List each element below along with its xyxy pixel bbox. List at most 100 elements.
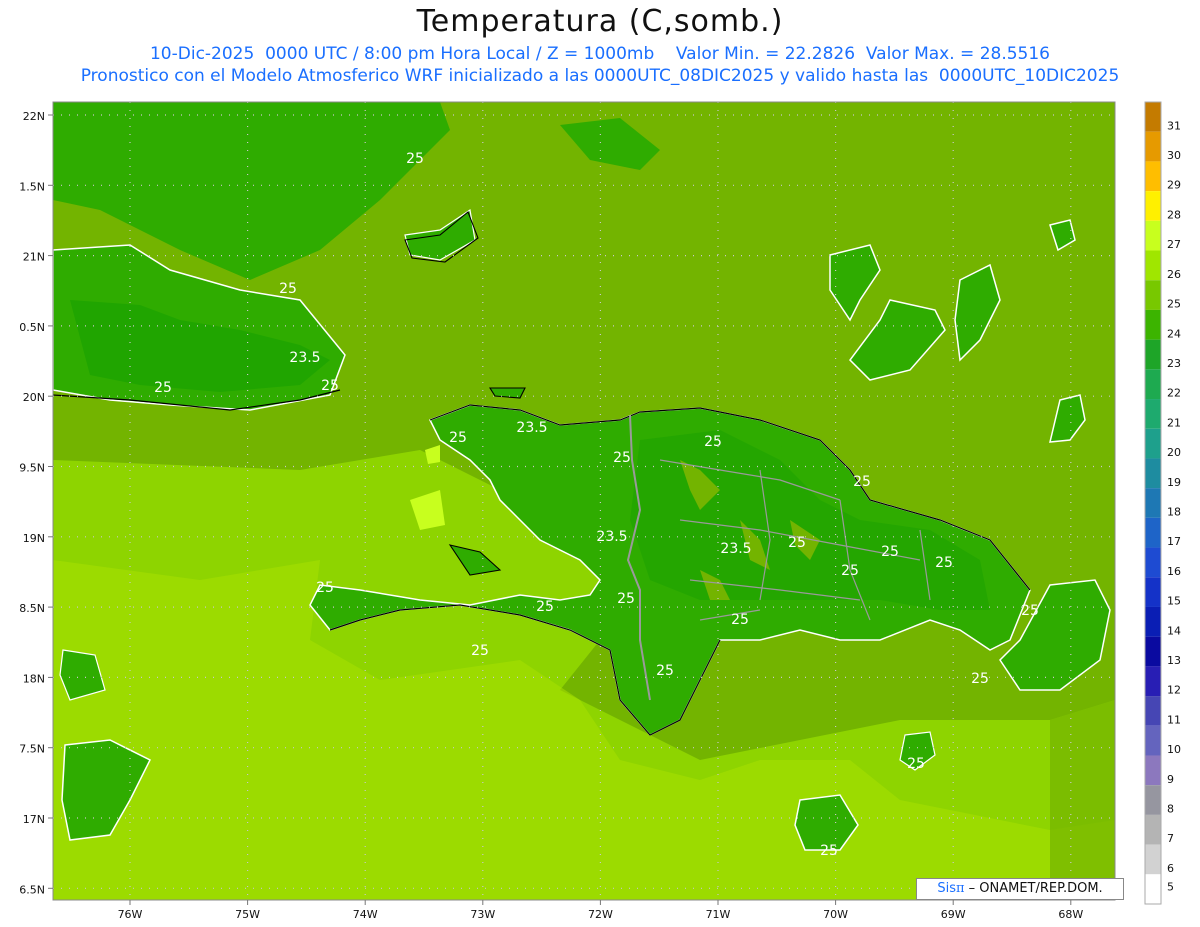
lon-label: 72W xyxy=(588,908,613,921)
contour-label: 25 xyxy=(613,450,631,466)
colorbar-label: 31 xyxy=(1167,119,1181,132)
colorbar-swatch xyxy=(1145,577,1161,607)
contour-label: 25 xyxy=(935,555,953,571)
colorbar-swatch xyxy=(1145,606,1161,637)
colorbar-swatch xyxy=(1145,814,1161,845)
colorbar-swatch xyxy=(1145,547,1161,578)
lat-label: 20N xyxy=(23,391,45,404)
contour-label: 23.5 xyxy=(720,541,751,557)
lat-label: 0.5N xyxy=(19,321,45,334)
colorbar: 31 30 29 28 27 26 25 24 23 22 21 20 19 18 17 16 15 14 13 12… xyxy=(1144,101,1181,905)
contour-label: 25 xyxy=(907,756,925,772)
colorbar-label: 21 xyxy=(1167,416,1181,429)
lat-label: 18N xyxy=(23,672,45,685)
colorbar-label: 10 xyxy=(1167,743,1181,756)
credit-badge: Sisπ – ONAMET/REP.DOM. xyxy=(916,878,1124,900)
map-plot-area xyxy=(53,102,1115,900)
colorbar-swatch xyxy=(1145,191,1161,221)
colorbar-swatch xyxy=(1145,488,1161,518)
colorbar-label: 11 xyxy=(1167,713,1181,726)
colorbar-label: 13 xyxy=(1167,654,1181,667)
lon-label: 76W xyxy=(118,908,143,921)
colorbar-label: 19 xyxy=(1167,476,1181,489)
colorbar-label: 6 xyxy=(1167,862,1174,875)
contour-label: 25 xyxy=(536,599,554,615)
contour-label: 25 xyxy=(820,843,838,859)
colorbar-label: 24 xyxy=(1167,327,1181,340)
lat-label: 17N xyxy=(23,813,45,826)
colorbar-swatch xyxy=(1145,428,1161,459)
colorbar-swatch xyxy=(1145,844,1161,875)
colorbar-swatch xyxy=(1145,250,1161,281)
temperature-map: 252523.525 2523.52525252523.523.5 25252525… xyxy=(19,101,1181,921)
colorbar-swatch xyxy=(1145,517,1161,548)
colorbar-label: 17 xyxy=(1167,535,1181,548)
contour-label: 25 xyxy=(617,591,635,607)
colorbar-label: 29 xyxy=(1167,179,1181,192)
lat-label: 1.5N xyxy=(19,180,45,193)
colorbar-swatch xyxy=(1145,220,1161,251)
colorbar-label: 12 xyxy=(1167,684,1181,697)
tortuga-island xyxy=(489,387,526,399)
lon-label: 75W xyxy=(235,908,260,921)
colorbar-swatch xyxy=(1145,636,1161,667)
contour-label: 25 xyxy=(154,380,172,396)
lon-label: 70W xyxy=(823,908,848,921)
colorbar-swatch xyxy=(1145,399,1161,429)
colorbar-label: 30 xyxy=(1167,149,1181,162)
contour-label: 25 xyxy=(449,430,467,446)
lon-label: 71W xyxy=(706,908,731,921)
colorbar-swatch xyxy=(1145,280,1161,310)
colorbar-label: 27 xyxy=(1167,238,1181,251)
colorbar-swatch xyxy=(1145,755,1161,786)
lat-label: 21N xyxy=(23,251,45,264)
contour-label: 25 xyxy=(1021,603,1039,619)
colorbar-swatch xyxy=(1145,725,1161,756)
lat-label: 9.5N xyxy=(19,462,45,475)
lon-label: 68W xyxy=(1058,908,1083,921)
lat-label: 19N xyxy=(23,532,45,545)
lat-label: 22N xyxy=(23,110,45,123)
lon-label: 73W xyxy=(470,908,495,921)
colorbar-label: 9 xyxy=(1167,773,1174,786)
contour-label: 25 xyxy=(881,544,899,560)
contour-label: 25 xyxy=(316,580,334,596)
colorbar-label: 28 xyxy=(1167,208,1181,221)
colorbar-label: 26 xyxy=(1167,268,1181,281)
colorbar-swatch xyxy=(1145,785,1161,815)
colorbar-label: 14 xyxy=(1167,624,1181,637)
contour-label: 23.5 xyxy=(516,420,547,436)
contour-label: 25 xyxy=(279,281,297,297)
colorbar-swatch xyxy=(1145,131,1161,162)
colorbar-swatch xyxy=(1145,161,1161,192)
contour-label: 25 xyxy=(321,378,339,394)
colorbar-label: 18 xyxy=(1167,505,1181,518)
contour-label: 23.5 xyxy=(289,350,320,366)
colorbar-label: 5 xyxy=(1167,881,1174,894)
lat-label: 7.5N xyxy=(19,743,45,756)
contour-label: 25 xyxy=(971,671,989,687)
colorbar-swatch xyxy=(1145,339,1161,370)
brand-pi: π xyxy=(955,881,965,896)
contour-label: 25 xyxy=(731,612,749,628)
contour-label: 25 xyxy=(841,563,859,579)
colorbar-swatch xyxy=(1145,458,1161,489)
colorbar-swatch xyxy=(1145,696,1161,726)
credit-text: – ONAMET/REP.DOM. xyxy=(964,881,1103,896)
colorbar-label: 22 xyxy=(1167,387,1181,400)
contour-label: 25 xyxy=(471,643,489,659)
colorbar-swatch xyxy=(1145,102,1161,132)
longitude-labels: 76W 75W 74W 73W 72W 71W 70W 69W 68W xyxy=(118,900,1083,921)
latitude-labels: 22N 1.5N 21N 0.5N 20N 9.5N 19N 8.5N 18N 7.5N 17N 6.… xyxy=(19,110,53,896)
colorbar-label: 25 xyxy=(1167,298,1181,311)
colorbar-label: 23 xyxy=(1167,357,1181,370)
lon-label: 69W xyxy=(941,908,966,921)
colorbar-swatch xyxy=(1145,309,1161,340)
colorbar-label: 20 xyxy=(1167,446,1181,459)
contour-label: 25 xyxy=(656,663,674,679)
contour-label: 25 xyxy=(853,474,871,490)
brand-sis: Sis xyxy=(937,881,956,896)
colorbar-label: 15 xyxy=(1167,595,1181,608)
colorbar-swatch xyxy=(1145,666,1161,697)
contour-label: 25 xyxy=(788,535,806,551)
